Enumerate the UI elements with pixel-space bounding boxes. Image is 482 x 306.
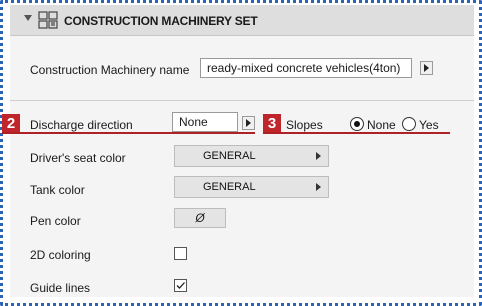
checkmark-icon <box>176 282 185 289</box>
callout-badge-3: 3 <box>263 114 281 134</box>
guide-lines-checkbox[interactable] <box>174 279 187 292</box>
popup-arrow-icon <box>316 152 321 160</box>
driver-seat-color-value: GENERAL <box>203 150 256 162</box>
driver-seat-color-popup[interactable]: GENERAL <box>174 145 329 167</box>
discharge-direction-field[interactable]: None <box>172 112 238 132</box>
pen-color-button[interactable]: Ø <box>174 208 226 228</box>
callout-underline-3 <box>263 132 450 134</box>
machinery-name-label: Construction Machinery name <box>30 63 190 77</box>
coloring-2d-checkbox[interactable] <box>174 247 187 260</box>
pen-color-label: Pen color <box>30 214 81 228</box>
callout-badge-2: 2 <box>2 114 20 134</box>
driver-seat-color-label: Driver's seat color <box>30 151 126 165</box>
section-header[interactable]: CONSTRUCTION MACHINERY SET <box>10 5 474 36</box>
slopes-yes-label: Yes <box>419 118 439 132</box>
divider <box>10 100 474 101</box>
discharge-direction-arrow-button[interactable] <box>242 116 255 130</box>
collapse-arrow-icon[interactable] <box>24 15 32 21</box>
tank-color-value: GENERAL <box>203 181 256 193</box>
slopes-none-label: None <box>367 118 396 132</box>
tank-color-popup[interactable]: GENERAL <box>174 176 329 198</box>
slopes-label: Slopes <box>286 118 323 132</box>
slopes-yes-radio[interactable] <box>402 117 416 131</box>
popup-arrow-icon <box>316 183 321 191</box>
section-title: CONSTRUCTION MACHINERY SET <box>64 14 258 28</box>
callout-underline-2 <box>2 132 255 134</box>
coloring-2d-label: 2D coloring <box>30 248 91 262</box>
guide-lines-label: Guide lines <box>30 281 91 295</box>
slopes-none-radio[interactable] <box>350 117 364 131</box>
machinery-name-field[interactable]: ready-mixed concrete vehicles(4ton) <box>200 58 412 78</box>
machinery-name-arrow-button[interactable] <box>420 61 433 75</box>
construction-set-icon <box>38 11 58 29</box>
tank-color-label: Tank color <box>30 183 85 197</box>
discharge-direction-label: Discharge direction <box>30 118 133 132</box>
